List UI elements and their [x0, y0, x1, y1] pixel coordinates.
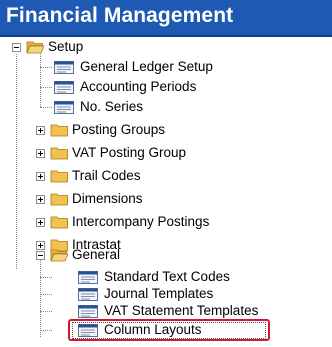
expand-icon[interactable] [36, 149, 45, 158]
form-icon [78, 271, 98, 284]
folder-icon [50, 147, 68, 160]
tree-item-label: General Ledger Setup [80, 59, 213, 74]
form-icon [78, 305, 98, 318]
tree-guide-line [40, 311, 52, 313]
folder-icon [50, 193, 68, 206]
expand-icon[interactable] [36, 241, 45, 250]
tree-item-label: Column Layouts [104, 322, 202, 337]
tree-node-label: VAT Posting Group [72, 145, 187, 160]
tree-guide-line [16, 54, 18, 269]
header-title: Financial Management [6, 4, 234, 27]
folder-icon [50, 170, 68, 183]
tree-item-label: No. Series [80, 99, 144, 114]
tree-node-label: General [72, 247, 121, 262]
folder-icon [50, 124, 68, 137]
folder-icon [50, 216, 68, 229]
tree-guide-line [40, 259, 42, 337]
expand-icon[interactable] [36, 172, 45, 181]
tree-guide-line [40, 51, 42, 107]
tree-item-label: Accounting Periods [80, 79, 197, 94]
expand-icon[interactable] [36, 218, 45, 227]
tree-guide-line [40, 294, 52, 296]
form-icon [78, 288, 98, 301]
navigation-tree: Setup General Ledger Setup Accounting Pe… [0, 37, 332, 347]
tree-node-label: Intercompany Postings [72, 214, 210, 229]
tree-guide-line [40, 107, 52, 109]
expand-icon[interactable] [36, 126, 45, 135]
app-header: Financial Management [0, 0, 332, 37]
tree-node-label: Trail Codes [72, 168, 141, 183]
tree-node-label: Setup [48, 39, 84, 54]
tree-guide-line [40, 330, 52, 332]
collapse-icon[interactable] [12, 43, 21, 52]
tree-item-label: VAT Statement Templates [104, 303, 259, 318]
tree-node-label: Posting Groups [72, 122, 166, 137]
form-icon [54, 61, 74, 74]
expand-icon[interactable] [36, 195, 45, 204]
open-folder-icon [50, 249, 69, 262]
form-icon [54, 101, 74, 114]
tree-guide-line [40, 277, 52, 279]
collapse-icon[interactable] [36, 251, 45, 260]
tree-guide-line [40, 67, 52, 69]
form-icon [78, 324, 98, 337]
form-icon [54, 81, 74, 94]
open-folder-icon [26, 41, 45, 54]
tree-node-label: Dimensions [72, 191, 143, 206]
tree-guide-line [40, 87, 52, 89]
